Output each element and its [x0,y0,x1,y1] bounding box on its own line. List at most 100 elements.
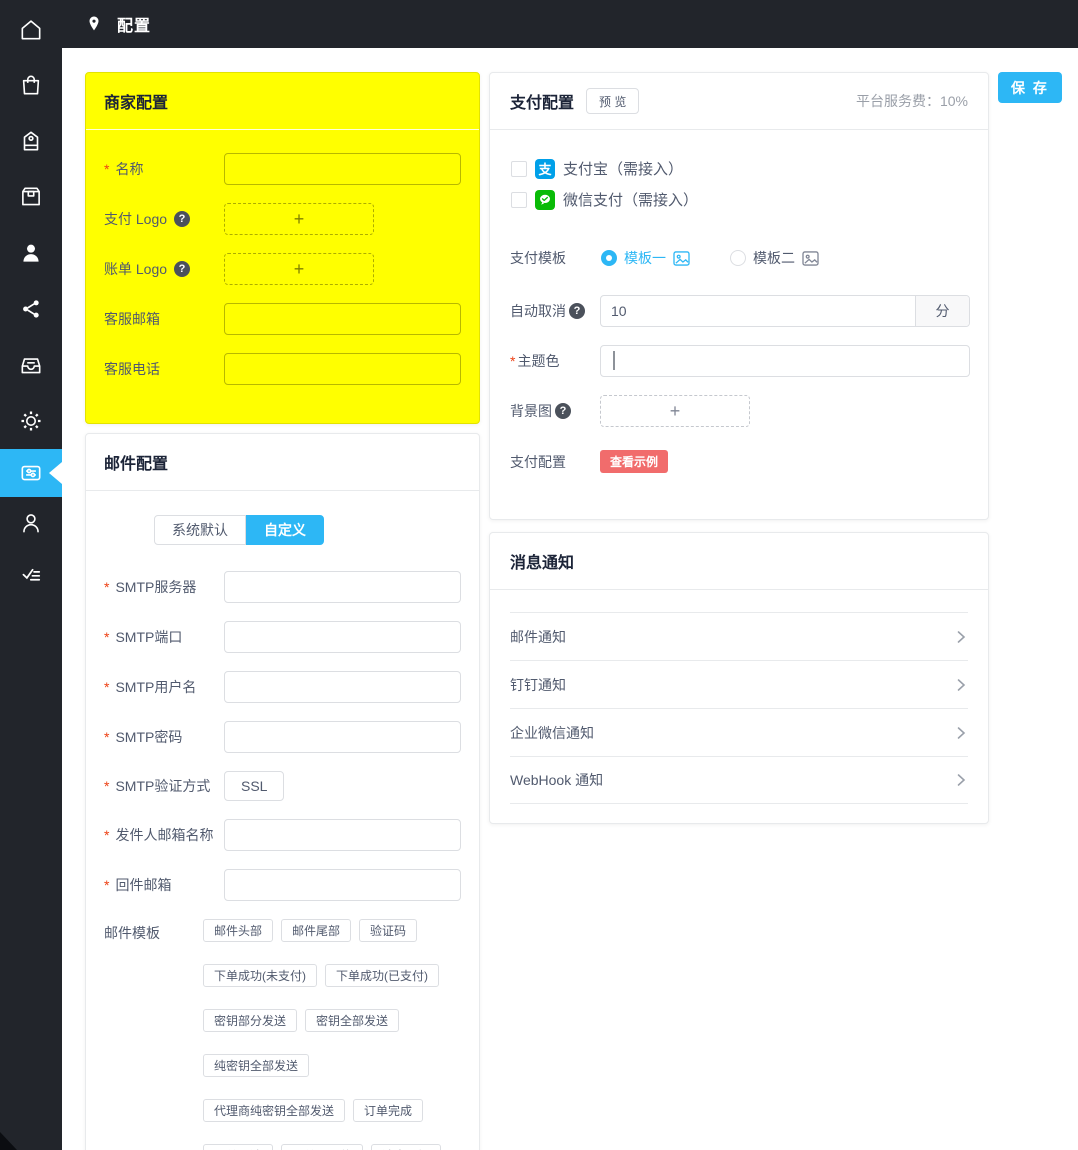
template-button[interactable]: 下单成功(未支付) [203,964,317,987]
preview-button[interactable]: 预 览 [586,88,639,114]
service-phone-label: 客服电话 [104,359,160,379]
chevron-right-icon [954,726,968,740]
pay-logo-upload[interactable]: + [224,203,374,235]
notify-item-wecom[interactable]: 企业微信通知 [510,708,968,756]
view-example-button[interactable]: 查看示例 [600,450,668,473]
pay-template-label: 支付模板 [510,248,600,268]
template-button[interactable]: 邮件尾部 [281,919,351,942]
template-button[interactable]: 下单成功(已支付) [325,964,439,987]
help-icon[interactable]: ? [174,261,190,277]
plus-icon: + [294,209,305,230]
notify-list: 邮件通知 钉钉通知 企业微信通知 WebHook 通知 [510,612,968,804]
template-button[interactable]: 订单已退款 [281,1144,363,1150]
sender-name-input[interactable] [224,819,461,851]
service-email-row: 客服邮箱 [104,303,479,335]
payment-example-row: 支付配置 查看示例 [510,450,988,473]
template-button[interactable]: 密钥全部发送 [305,1009,399,1032]
background-label: 背景图? [510,401,600,421]
smtp-server-label: SMTP服务器 [115,577,196,597]
smtp-password-label: SMTP密码 [115,727,182,747]
sidebar-item-home[interactable] [0,6,62,54]
template-one-option[interactable]: 模板一 [601,248,690,268]
template-button[interactable]: 验证码 [359,919,417,942]
sidebar-item-products[interactable] [0,173,62,221]
service-email-input[interactable] [224,303,461,335]
template-two-option[interactable]: 模板二 [730,248,819,268]
template-button[interactable]: 订单完成 [353,1099,423,1122]
smtp-port-input[interactable] [224,621,461,653]
template-button[interactable]: 密钥部分发送 [203,1009,297,1032]
help-icon[interactable]: ? [174,211,190,227]
sidebar-item-profile[interactable] [0,499,62,547]
template-button[interactable]: 订单取消 [203,1144,273,1150]
theme-color-picker[interactable] [600,345,970,377]
tab-system-default[interactable]: 系统默认 [154,515,246,545]
home-icon [18,17,44,43]
preferences-icon [18,460,44,486]
location-pin-icon [85,15,103,33]
image-icon[interactable] [802,251,819,266]
required-mark: * [104,579,109,595]
image-icon[interactable] [673,251,690,266]
help-icon[interactable]: ? [569,303,585,319]
notify-card-title: 消息通知 [510,549,574,573]
package-icon [18,184,44,210]
sidebar-item-settings[interactable] [0,397,62,445]
email-mode-tabs: 系统默认 自定义 [154,515,479,545]
wechat-pay-label: 微信支付（需接入） [563,189,698,210]
template-button[interactable]: 邮件头部 [203,919,273,942]
smtp-auth-label: SMTP验证方式 [115,776,210,796]
sidebar-item-configuration[interactable] [0,449,62,497]
smtp-port-label: SMTP端口 [115,627,182,647]
reply-email-input[interactable] [224,869,461,901]
breadcrumb: 配置 [85,12,151,36]
required-mark: * [104,729,109,745]
background-upload[interactable]: + [600,395,750,427]
sidebar-item-shop[interactable] [0,61,62,109]
smtp-password-input[interactable] [224,721,461,753]
notify-item-email[interactable]: 邮件通知 [510,612,968,660]
chevron-right-icon [954,678,968,692]
service-email-label: 客服邮箱 [104,309,160,329]
tab-custom[interactable]: 自定义 [246,515,324,545]
auto-cancel-input[interactable] [601,296,915,326]
radio-unselected[interactable] [730,250,746,266]
background-image-row: 背景图? + [510,395,988,427]
smtp-username-input[interactable] [224,671,461,703]
merchant-name-input[interactable] [224,153,461,185]
smtp-server-input[interactable] [224,571,461,603]
smtp-password-row: * SMTP密码 [104,721,479,753]
auto-cancel-row: 自动取消? 分 [510,295,988,327]
sidebar-item-inbox[interactable] [0,341,62,389]
alipay-icon: 支 [535,159,555,179]
template-button[interactable]: 代理商纯密钥全部发送 [203,1099,345,1122]
help-icon[interactable]: ? [555,403,571,419]
radio-selected[interactable] [601,250,617,266]
email-config-card: 邮件配置 系统默认 自定义 *SMTP服务器 *SMTP端口 *SMTP用户名 … [85,433,480,1150]
chevron-right-icon [954,773,968,787]
template-button[interactable]: 纯密钥全部发送 [203,1054,309,1077]
bill-logo-upload[interactable]: + [224,253,374,285]
payment-config-label: 支付配置 [510,452,600,472]
payment-config-card: 支付配置 预 览 平台服务费：10% 支 支付宝（需接入） 微信支付（需接入） … [489,72,989,520]
payment-card-title: 支付配置 [510,89,574,113]
required-mark: * [104,679,109,695]
template-button[interactable]: 消息通知 [371,1144,441,1150]
save-button[interactable]: 保 存 [998,72,1062,103]
sidebar-item-tasks[interactable] [0,549,62,597]
alipay-checkbox[interactable] [511,161,527,177]
ssl-button[interactable]: SSL [224,771,284,801]
service-phone-input[interactable] [224,353,461,385]
email-template-label: 邮件模板 [104,919,203,943]
smtp-port-row: *SMTP端口 [104,621,479,653]
notify-item-dingtalk[interactable]: 钉钉通知 [510,660,968,708]
sidebar-item-tag[interactable] [0,117,62,165]
tag-icon [18,128,44,154]
pay-logo-row: 支付 Logo? + [104,203,479,235]
sidebar-item-share[interactable] [0,285,62,333]
wechat-checkbox[interactable] [511,192,527,208]
alipay-label: 支付宝（需接入） [563,158,683,179]
sidebar [0,0,62,1150]
sidebar-item-users[interactable] [0,229,62,277]
notify-item-webhook[interactable]: WebHook 通知 [510,756,968,804]
